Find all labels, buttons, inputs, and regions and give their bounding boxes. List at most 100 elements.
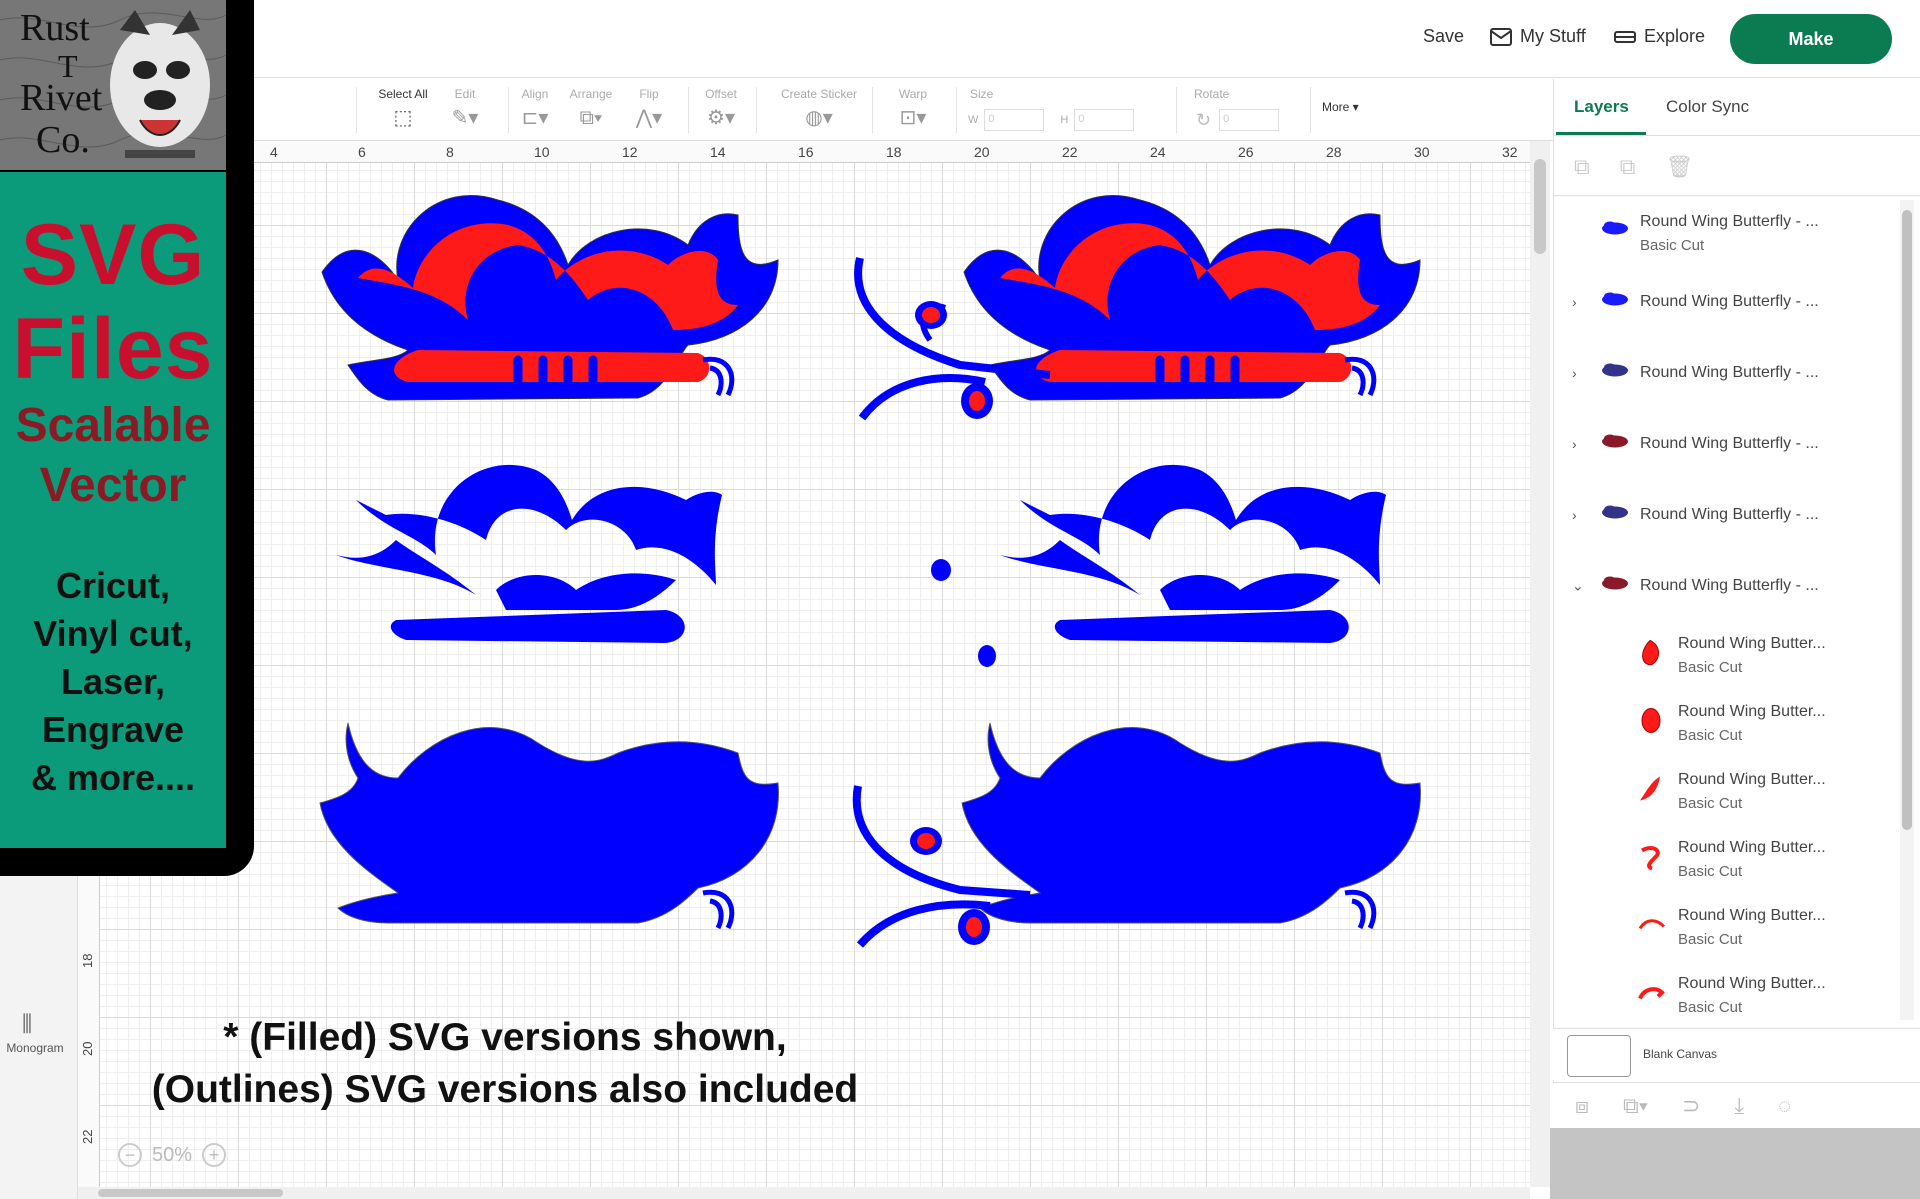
layer-operation: Basic Cut [1678,659,1743,676]
hook-shape-icon [1638,979,1666,1012]
butterfly-outline-left[interactable] [336,464,722,643]
chevron-icon[interactable]: › [1572,436,1577,452]
group-icon[interactable]: ⧉ [1574,154,1590,180]
contour-icon[interactable]: ◌ [1778,1093,1791,1119]
layer-list-divider [1554,195,1920,196]
canvas-vertical-scrollbar[interactable] [1530,141,1550,1187]
tab-layers[interactable]: Layers [1574,97,1629,117]
scroll-thumb[interactable] [98,1189,283,1197]
chevron-icon[interactable]: ⌄ [1572,578,1584,595]
layer-name: Round Wing Butter... [1678,771,1826,788]
zoom-in-button[interactable]: + [202,1143,227,1167]
layer-name: Round Wing Butterfly - ... [1640,577,1819,594]
layer-row[interactable]: › Round Wing Butterfly - ... [1554,487,1894,543]
tab-color-sync[interactable]: Color Sync [1666,97,1749,117]
chevron-icon[interactable]: › [1572,365,1577,381]
layer-child-row[interactable]: Round Wing Butter... Basic Cut [1554,627,1894,683]
curl-shape-icon [1638,843,1666,876]
panel-footer [1550,1128,1920,1199]
promo-overlay: Rust T Rivet Co. SVG Files Scalable Vect… [0,0,254,876]
layer-child-row[interactable]: Round Wing Butter... Basic Cut [1554,899,1894,955]
use-item: Vinyl cut, [33,613,193,654]
promo-uses-list: Cricut, Vinyl cut, Laser, Engrave & more… [0,562,226,802]
layer-operation: Basic Cut [1640,237,1705,254]
blank-canvas-swatch[interactable] [1567,1035,1631,1077]
logo-text-rust: Rust [20,7,90,49]
butterfly-thumbnail-icon [1600,363,1630,384]
arc-shape-icon [1638,911,1666,944]
bud-piece[interactable] [978,645,996,667]
combine-icon[interactable]: ⧉▾ [1623,1093,1648,1119]
chevron-icon[interactable]: › [1572,294,1577,310]
butterfly-silhouette-left[interactable] [319,722,779,930]
layer-name: Round Wing Butterfly - ... [1640,213,1819,230]
use-item: Laser, [60,661,166,702]
layer-name: Round Wing Butter... [1678,635,1826,652]
butterfly-thumbnail-icon [1600,505,1630,526]
layer-child-row[interactable]: Round Wing Butter... Basic Cut [1554,967,1894,1023]
note-line-2: (Outlines) SVG versions also included [151,1068,859,1111]
layer-name: Round Wing Butter... [1678,703,1826,720]
note-line-1: * (Filled) SVG versions shown, [223,1016,787,1059]
butterfly-thumbnail-icon [1600,221,1630,242]
layer-row[interactable]: › Round Wing Butterfly - ... [1554,345,1894,401]
zoom-level: 50% [152,1143,193,1166]
logo-text-rivet: Rivet [20,77,103,119]
layers-scrollbar[interactable] [1900,200,1914,1020]
zoom-out-button[interactable]: − [118,1143,142,1167]
explore-button[interactable]: Explore [1614,26,1705,47]
butterfly-silhouette-right[interactable] [961,722,1421,930]
layer-name: Round Wing Butter... [1678,975,1826,992]
layers-panel: Layers Color Sync ⧉ ⧉ 🗑 Round Wing Butte… [1553,79,1920,1128]
scroll-thumb[interactable] [1902,210,1912,830]
bud-piece[interactable] [931,559,951,581]
use-item: Engrave [41,709,185,750]
layer-child-row[interactable]: Round Wing Butter... Basic Cut [1554,695,1894,751]
attach-icon[interactable]: ⊃ [1682,1093,1700,1119]
scalable-heading: Scalable [15,399,211,452]
layer-actions: ⧉ ⧉ 🗑 [1574,154,1693,180]
brand-logo: Rust T Rivet Co. [0,0,226,170]
logo-text-co: Co. [36,119,90,161]
svg-heading: SVG [20,207,206,303]
explore-icon [1614,30,1636,43]
drop-shape-icon [1638,639,1666,672]
butterfly-layered-left[interactable] [321,195,779,401]
layer-row[interactable]: ⌄ Round Wing Butterfly - ... [1554,558,1894,614]
tab-divider [1554,135,1920,136]
explore-label: Explore [1644,26,1706,46]
layer-row[interactable]: › Round Wing Butterfly - ... [1554,274,1894,330]
use-item: Cricut, [55,565,170,606]
layer-operation: Basic Cut [1678,727,1743,744]
use-item: & more.... [30,757,196,798]
layer-operation: Basic Cut [1678,931,1743,948]
promo-info-panel: SVG Files Scalable Vector Cricut, Vinyl … [0,172,226,848]
slice-icon[interactable]: ⧈ [1575,1093,1589,1119]
oval-shape-icon [1638,707,1666,740]
versions-note: * (Filled) SVG versions shown, (Outlines… [120,1012,890,1116]
duplicate-icon[interactable]: ⧉ [1620,154,1636,180]
layer-row[interactable]: Round Wing Butterfly - ... Basic Cut [1554,203,1894,259]
trash-icon[interactable]: 🗑 [1665,154,1693,180]
layer-row[interactable]: › Round Wing Butterfly - ... [1554,416,1894,472]
butterfly-thumbnail-icon [1600,576,1630,597]
layer-operation: Basic Cut [1678,863,1743,880]
make-button[interactable]: Make [1730,14,1892,64]
layer-child-row[interactable]: Round Wing Butter... Basic Cut [1554,763,1894,819]
butterfly-outline-right[interactable] [1000,464,1386,643]
flatten-icon[interactable]: ⤓ [1734,1093,1744,1119]
chevron-icon[interactable]: › [1572,507,1577,523]
zoom-control: − 50% + [118,1140,227,1170]
layer-operation: Basic Cut [1678,795,1743,812]
files-heading: Files [12,301,214,397]
layer-name: Round Wing Butterfly - ... [1640,435,1819,452]
butterfly-thumbnail-icon [1600,434,1630,455]
layer-name: Round Wing Butter... [1678,907,1826,924]
scroll-thumb[interactable] [1534,159,1546,254]
blank-canvas-row[interactable]: Blank Canvas [1553,1028,1920,1080]
blank-canvas-label: Blank Canvas [1643,1047,1718,1061]
layer-operation: Basic Cut [1678,999,1743,1016]
layer-name: Round Wing Butterfly - ... [1640,293,1819,310]
layer-child-row[interactable]: Round Wing Butter... Basic Cut [1554,831,1894,887]
vector-heading: Vector [39,459,187,512]
